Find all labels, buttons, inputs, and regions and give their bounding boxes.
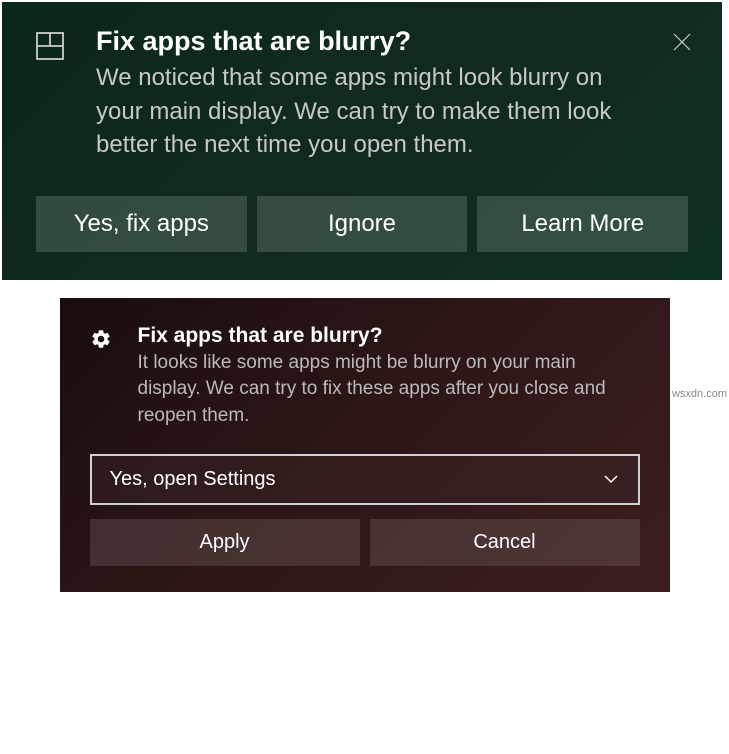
blurry-apps-notification-1: Fix apps that are blurry? We noticed tha… [2, 2, 722, 280]
dropdown-selected-label: Yes, open Settings [110, 468, 276, 491]
notification-message: It looks like some apps might be blurry … [138, 350, 640, 430]
watermark-text: wsxdn.com [672, 388, 727, 400]
gear-icon [90, 328, 112, 350]
ignore-button[interactable]: Ignore [257, 196, 468, 252]
display-grid-icon [36, 32, 64, 60]
action-dropdown[interactable]: Yes, open Settings [90, 454, 640, 505]
close-icon [673, 33, 691, 51]
apply-button[interactable]: Apply [90, 519, 360, 566]
learn-more-button[interactable]: Learn More [477, 196, 688, 252]
blurry-apps-notification-2: Fix apps that are blurry? It looks like … [60, 298, 670, 592]
notification-message: We noticed that some apps might look blu… [96, 61, 638, 162]
cancel-button[interactable]: Cancel [370, 519, 640, 566]
close-button[interactable] [670, 30, 694, 54]
yes-fix-apps-button[interactable]: Yes, fix apps [36, 196, 247, 252]
notification-title: Fix apps that are blurry? [138, 324, 640, 348]
notification-title: Fix apps that are blurry? [96, 26, 638, 57]
chevron-down-icon [602, 470, 620, 488]
